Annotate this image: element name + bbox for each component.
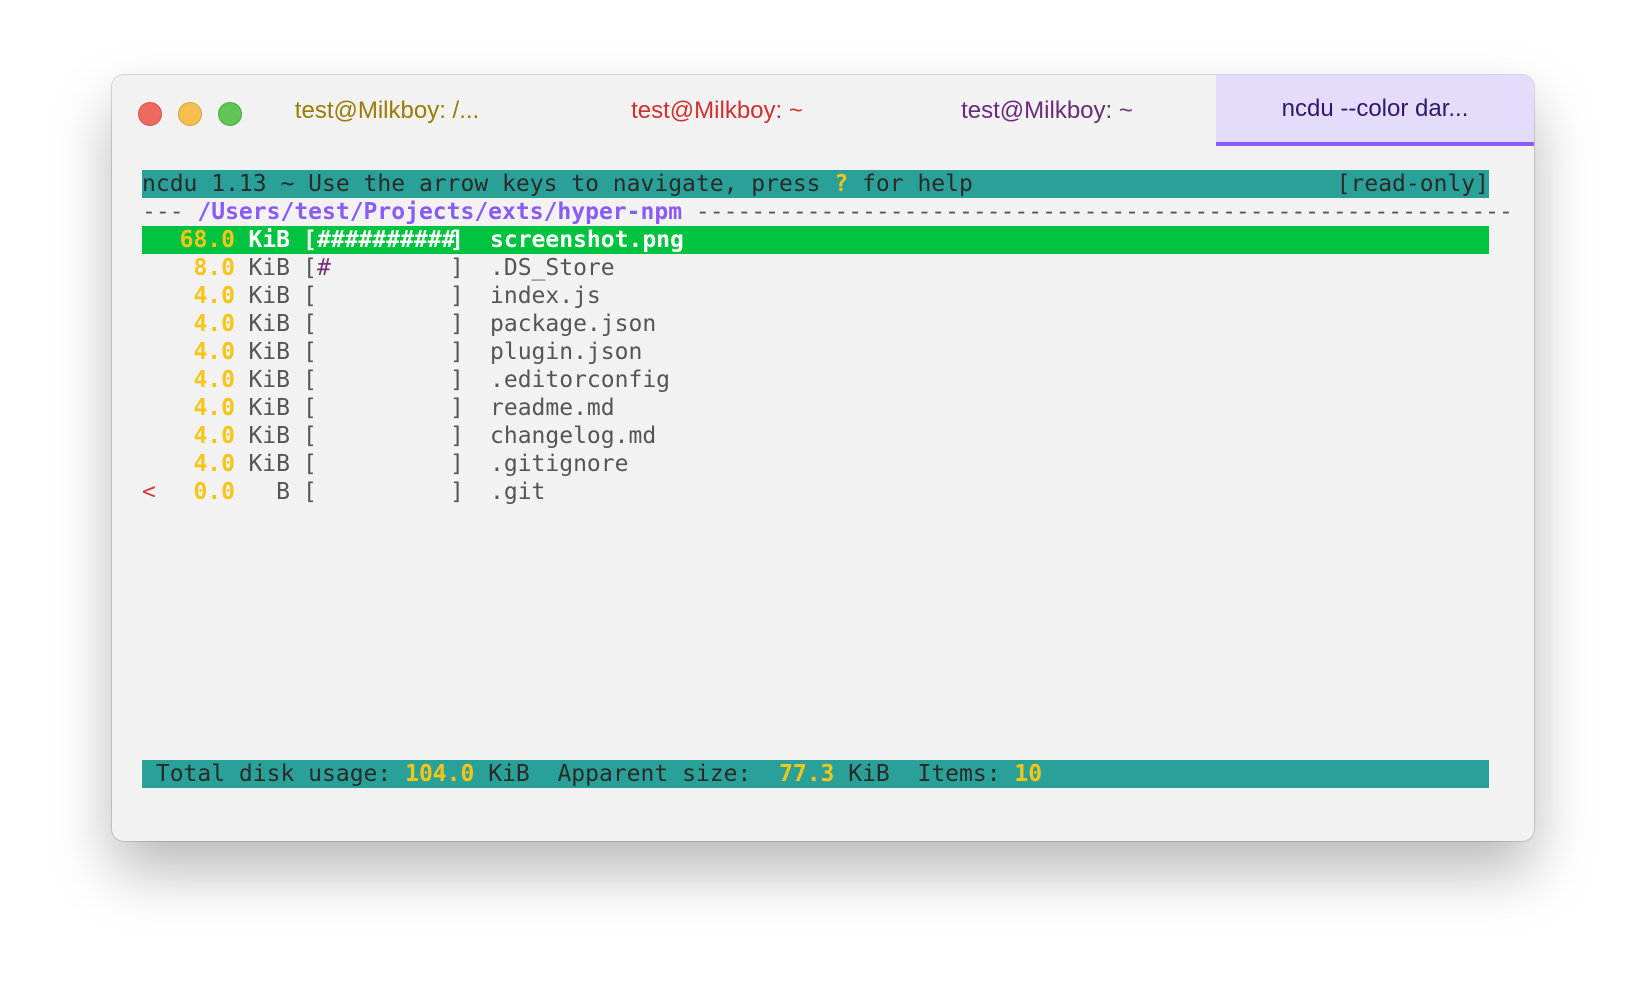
usage-bar-open: [ <box>303 423 317 449</box>
status-bar: Total disk usage: 104.0 KiB Apparent siz… <box>142 760 1489 788</box>
usage-bar-open: [ <box>303 255 317 281</box>
usage-bar-close: ] <box>450 395 464 421</box>
tab-4-active[interactable]: ncdu --color dar... <box>1216 75 1534 146</box>
tab-1[interactable]: test@Milkboy: /... <box>222 75 552 146</box>
read-only-badge: [read-only] <box>1336 171 1489 197</box>
entry-unit: KiB <box>248 395 290 421</box>
entry-size: 68.0 <box>179 227 235 253</box>
usage-bar-close: ] <box>450 283 464 309</box>
list-item[interactable]: <0.0 B [] .git <box>142 478 1489 506</box>
path-lead: --- <box>142 199 198 225</box>
entry-name: readme.md <box>490 395 615 421</box>
usage-bar-open: [ <box>303 311 317 337</box>
entry-unit: KiB <box>248 339 290 365</box>
items-label: Items: <box>889 761 1015 787</box>
usage-bar-open: [ <box>303 395 317 421</box>
close-window-button[interactable] <box>138 102 162 126</box>
tab-3[interactable]: test@Milkboy: ~ <box>882 75 1212 146</box>
usage-bar-open: [ <box>303 283 317 309</box>
entry-name: .DS_Store <box>490 255 615 281</box>
entry-unit: KiB <box>248 451 290 477</box>
terminal-window: test@Milkboy: /... test@Milkboy: ~ test@… <box>112 75 1534 841</box>
entry-size: 4.0 <box>193 339 235 365</box>
usage-bar-close: ] <box>450 255 464 281</box>
list-item[interactable]: 8.0 KiB [#] .DS_Store <box>142 254 1489 282</box>
entry-unit: KiB <box>248 311 290 337</box>
entry-name: index.js <box>490 283 601 309</box>
usage-bar-close: ] <box>450 451 464 477</box>
status-text: Total disk usage: 104.0 KiB Apparent siz… <box>142 760 1042 788</box>
current-path-row: --- /Users/test/Projects/exts/hyper-npm … <box>142 198 1513 226</box>
entry-unit: B <box>276 479 290 505</box>
tab-3-label: test@Milkboy: ~ <box>961 96 1133 124</box>
entry-name: .editorconfig <box>490 367 671 393</box>
list-item[interactable]: 4.0 KiB [] .editorconfig <box>142 366 1489 394</box>
usage-bar-open: [ <box>303 227 317 253</box>
items-value: 10 <box>1014 761 1043 787</box>
apparent-unit: KiB <box>834 761 890 787</box>
list-item[interactable]: 4.0 KiB [] plugin.json <box>142 338 1489 366</box>
total-unit: KiB <box>474 761 530 787</box>
list-item[interactable]: 4.0 KiB [] package.json <box>142 310 1489 338</box>
usage-bar-open: [ <box>303 367 317 393</box>
minimize-window-button[interactable] <box>178 102 202 126</box>
tab-2[interactable]: test@Milkboy: ~ <box>552 75 882 146</box>
entry-name: screenshot.png <box>490 227 684 253</box>
entry-unit: KiB <box>248 283 290 309</box>
usage-bar-close: ] <box>450 227 464 253</box>
apparent-label: Apparent size: <box>529 761 779 787</box>
entry-size: 4.0 <box>193 367 235 393</box>
entry-name: plugin.json <box>490 339 643 365</box>
entry-name: package.json <box>490 311 657 337</box>
list-item[interactable]: 4.0 KiB [] index.js <box>142 282 1489 310</box>
header-text: ncdu 1.13 ~ Use the arrow keys to naviga… <box>142 170 973 198</box>
total-label: Total disk usage: <box>142 761 406 787</box>
entry-size: 8.0 <box>193 255 235 281</box>
path-trail: ----------------------------------------… <box>682 199 1513 225</box>
entry-size: 4.0 <box>193 395 235 421</box>
list-item[interactable]: 4.0 KiB [] changelog.md <box>142 422 1489 450</box>
tab-2-label: test@Milkboy: ~ <box>631 96 803 124</box>
usage-bar: # <box>317 255 331 281</box>
title-bar: test@Milkboy: /... test@Milkboy: ~ test@… <box>112 75 1534 146</box>
list-item[interactable]: 4.0 KiB [] readme.md <box>142 394 1489 422</box>
entry-unit: KiB <box>248 367 290 393</box>
usage-bar-close: ] <box>450 339 464 365</box>
usage-bar-open: [ <box>303 339 317 365</box>
header-prefix: ncdu 1.13 ~ Use the arrow keys to naviga… <box>142 171 835 197</box>
ncdu-header-bar: ncdu 1.13 ~ Use the arrow keys to naviga… <box>142 170 1489 198</box>
entry-size: 4.0 <box>193 451 235 477</box>
entry-size: 4.0 <box>193 423 235 449</box>
path-line: --- /Users/test/Projects/exts/hyper-npm … <box>142 198 1513 226</box>
usage-bar-open: [ <box>303 451 317 477</box>
total-value: 104.0 <box>405 761 475 787</box>
usage-bar-open: [ <box>303 479 317 505</box>
entry-size: 4.0 <box>193 283 235 309</box>
entry-marker: < <box>142 479 156 505</box>
entry-unit: KiB <box>248 423 290 449</box>
list-item[interactable]: 68.0 KiB [##########] screenshot.png <box>142 226 1489 254</box>
entry-unit: KiB <box>248 227 290 253</box>
tab-4-label: ncdu --color dar... <box>1281 94 1469 122</box>
usage-bar-close: ] <box>450 311 464 337</box>
entry-size: 4.0 <box>193 311 235 337</box>
usage-bar: ########## <box>317 227 456 253</box>
header-suffix: for help <box>848 171 973 197</box>
entry-size: 0.0 <box>193 479 235 505</box>
current-path: /Users/test/Projects/exts/hyper-npm <box>197 199 683 225</box>
usage-bar-close: ] <box>450 423 464 449</box>
help-key: ? <box>834 171 849 197</box>
entry-unit: KiB <box>248 255 290 281</box>
entry-name: .gitignore <box>490 451 629 477</box>
apparent-value: 77.3 <box>779 761 835 787</box>
list-item[interactable]: 4.0 KiB [] .gitignore <box>142 450 1489 478</box>
usage-bar-close: ] <box>450 479 464 505</box>
usage-bar-close: ] <box>450 367 464 393</box>
tab-1-label: test@Milkboy: /... <box>294 96 480 124</box>
entry-name: changelog.md <box>490 423 657 449</box>
entry-name: .git <box>490 479 546 505</box>
